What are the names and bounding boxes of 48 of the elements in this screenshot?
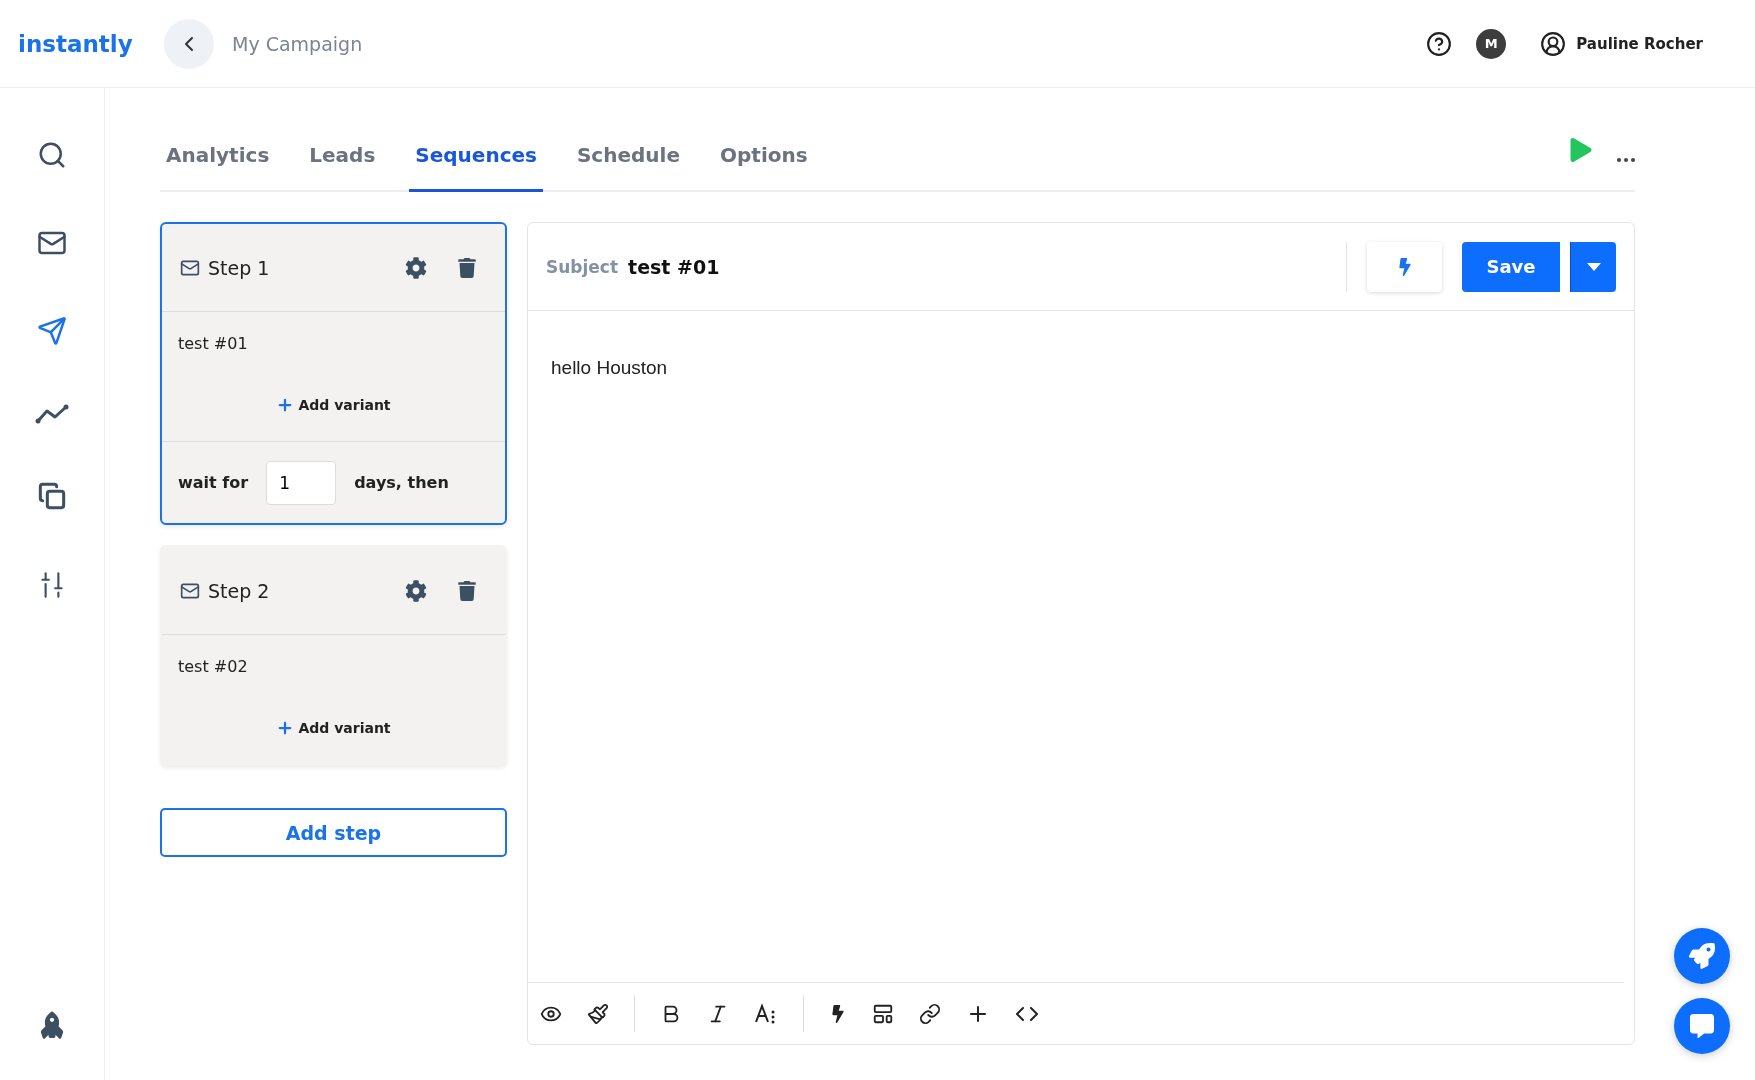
wait-suffix: days, then xyxy=(354,473,449,492)
add-variant-button[interactable]: Add variant xyxy=(270,718,397,738)
search-icon[interactable] xyxy=(37,140,67,170)
rocket-icon xyxy=(1689,943,1715,969)
chart-line-icon[interactable] xyxy=(35,404,69,424)
bolt-icon[interactable] xyxy=(829,1004,847,1023)
tab[interactable]: Leads xyxy=(303,143,382,192)
user-menu[interactable]: Pauline Rocher xyxy=(1534,29,1709,58)
step-card[interactable]: Step 2 test #02 Add variant xyxy=(160,545,507,766)
help-icon[interactable] xyxy=(1426,30,1453,57)
add-step-button[interactable]: Add step xyxy=(160,808,507,857)
subject-label: Subject xyxy=(546,256,619,277)
campaign-title: My Campaign xyxy=(232,32,364,55)
tab[interactable]: Schedule xyxy=(570,143,686,192)
link-icon[interactable] xyxy=(919,1002,941,1025)
wait-days-input[interactable]: 1 xyxy=(266,460,337,505)
trash-icon[interactable] xyxy=(457,580,477,601)
chat-icon xyxy=(1690,1014,1714,1038)
variant-subject[interactable]: test #02 xyxy=(178,657,489,676)
tab[interactable]: Analytics xyxy=(160,143,276,192)
subject-field[interactable]: test #01 xyxy=(628,255,1336,278)
template-icon[interactable] xyxy=(872,1002,894,1025)
add-variant-button[interactable]: Add variant xyxy=(270,395,397,415)
tab[interactable]: Options xyxy=(714,143,814,192)
caret-icon xyxy=(1586,262,1601,271)
step-title: Step 1 xyxy=(208,256,271,279)
variant-subject[interactable]: test #01 xyxy=(178,334,489,353)
email-body[interactable]: hello Houston xyxy=(528,311,1634,982)
trash-icon[interactable] xyxy=(457,257,477,278)
wait-label: wait for xyxy=(178,473,249,492)
save-button[interactable]: Save xyxy=(1462,241,1560,292)
tab[interactable]: Sequences xyxy=(409,143,543,192)
settings-icon[interactable] xyxy=(405,256,427,279)
copy-icon[interactable] xyxy=(38,482,66,510)
chat-button[interactable] xyxy=(1674,998,1730,1054)
step-card[interactable]: Step 1 test #01 Add variant wait for 1 days, then xyxy=(160,222,507,525)
brand-logo: instantly xyxy=(18,30,134,57)
user-icon xyxy=(1540,30,1567,57)
more-icon xyxy=(1617,158,1635,162)
send-icon[interactable] xyxy=(37,316,67,346)
step-title: Step 2 xyxy=(208,579,271,602)
play-icon xyxy=(1569,138,1593,162)
rocket-button[interactable] xyxy=(1674,928,1730,984)
save-dropdown-button[interactable] xyxy=(1570,241,1616,292)
brush-icon[interactable] xyxy=(587,1002,609,1025)
settings-icon[interactable] xyxy=(405,579,427,602)
variables-button[interactable] xyxy=(1367,241,1442,292)
avatar[interactable]: M xyxy=(1476,28,1507,59)
